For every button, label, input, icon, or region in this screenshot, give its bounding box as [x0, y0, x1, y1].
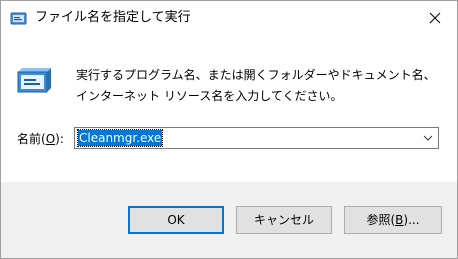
window-title: ファイル名を指定して実行: [35, 10, 191, 25]
name-combobox[interactable]: Cleanmgr.exe: [74, 127, 439, 149]
dialog-content: 実行するプログラム名、または開くフォルダーやドキュメント名、インターネット リソ…: [1, 35, 457, 182]
button-bar: OK キャンセル 参照(B)...: [1, 182, 457, 258]
name-label-mnemonic: O: [45, 132, 56, 146]
run-app-icon: [10, 12, 27, 25]
run-dialog: ファイル名を指定して実行 実行するプログラム名、または開くフォルダーやドキュメン…: [0, 0, 458, 259]
browse-label-prefix: 参照(: [366, 213, 396, 227]
name-label-suffix: ):: [55, 132, 64, 146]
name-input[interactable]: Cleanmgr.exe: [76, 129, 164, 147]
title-bar[interactable]: ファイル名を指定して実行: [1, 1, 457, 35]
close-icon: [429, 12, 441, 24]
cancel-button[interactable]: キャンセル: [236, 206, 332, 234]
chevron-down-icon[interactable]: [421, 131, 435, 145]
browse-label-suffix: )...: [403, 213, 420, 227]
close-button[interactable]: [413, 1, 457, 35]
name-label-prefix: 名前(: [17, 132, 46, 146]
description-text: 実行するプログラム名、または開くフォルダーやドキュメント名、インターネット リソ…: [76, 68, 436, 103]
name-label: 名前(O):: [17, 131, 64, 147]
browse-button[interactable]: 参照(B)...: [344, 206, 442, 234]
run-icon: [17, 68, 51, 93]
ok-button[interactable]: OK: [128, 206, 224, 234]
